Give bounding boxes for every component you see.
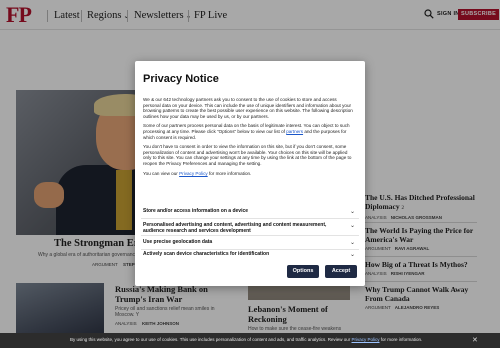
purpose-label: Actively scan device characteristics for… [143, 251, 270, 257]
chevron-down-icon[interactable]: ⌄ [350, 251, 355, 258]
chevron-down-icon[interactable]: ⌄ [350, 222, 355, 229]
cookie-bar-message-end: for more information. [379, 337, 423, 342]
dialog-paragraph: You can view our Privacy Policy for more… [143, 171, 355, 177]
close-icon[interactable]: ✕ [472, 336, 478, 344]
partners-link[interactable]: partners [286, 129, 303, 134]
chevron-down-icon[interactable]: ⌄ [350, 239, 355, 246]
purpose-device-scan[interactable]: Actively scan device characteristics for… [141, 250, 359, 262]
cookie-privacy-policy-link[interactable]: Privacy Policy [352, 337, 380, 342]
purpose-personalised-ads[interactable]: Personalised advertising and content, ad… [141, 221, 359, 236]
cookie-consent-bar: By using this website, you agree to our … [0, 333, 500, 348]
dialog-body: We & our 642 technology partners ask you… [143, 97, 355, 180]
accept-button[interactable]: Accept [325, 265, 357, 278]
purpose-store-access[interactable]: Store and/or access information on a dev… [141, 207, 359, 219]
purpose-label: Use precise geolocation data [143, 239, 213, 245]
dialog-paragraph: Some of our partners process personal da… [143, 123, 355, 140]
privacy-notice-dialog: Privacy Notice We & our 642 technology p… [135, 61, 365, 286]
chevron-down-icon[interactable]: ⌄ [350, 208, 355, 215]
dialog-paragraph: You don't have to consent in order to vi… [143, 144, 352, 166]
privacy-policy-link[interactable]: Privacy Policy [179, 171, 208, 176]
dialog-text: for more information. [207, 170, 252, 176]
dialog-title: Privacy Notice [143, 73, 219, 85]
purpose-label: Personalised advertising and content, ad… [143, 222, 327, 234]
options-button[interactable]: Options [287, 265, 319, 278]
cookie-bar-message: By using this website, you agree to our … [70, 337, 352, 342]
dialog-paragraph: We & our 642 technology partners ask you… [143, 97, 353, 119]
purpose-geolocation[interactable]: Use precise geolocation data ⌄ [141, 238, 359, 250]
cookie-bar-text: By using this website, you agree to our … [70, 337, 422, 342]
dialog-text: You can view our [143, 170, 180, 176]
purpose-label: Store and/or access information on a dev… [143, 208, 249, 214]
